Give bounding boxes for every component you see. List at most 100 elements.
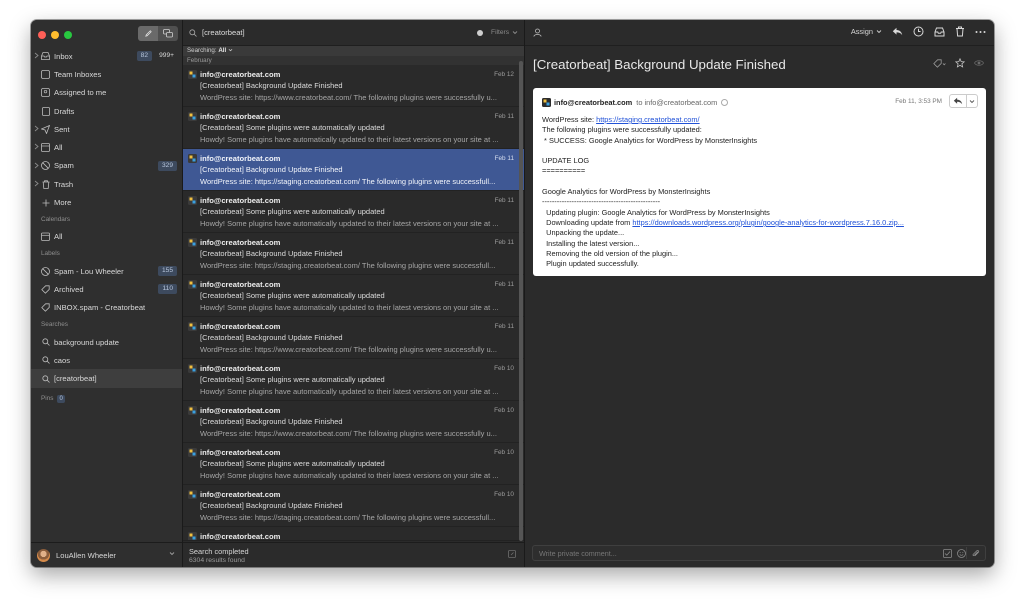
message-date: Feb 12: [494, 71, 514, 78]
sidebar-item-all[interactable]: All: [31, 138, 182, 156]
sidebar-item-search-creatorbeat[interactable]: [creatorbeat]: [31, 369, 182, 388]
message-sender: info@creatorbeat.com: [200, 531, 281, 541]
chevron-right-icon[interactable]: [34, 162, 39, 169]
sidebar-item-team-inboxes[interactable]: Team Inboxes: [31, 65, 182, 83]
message-list-item[interactable]: info@creatorbeat.com: [183, 527, 524, 541]
message-list-item[interactable]: info@creatorbeat.com Feb 12 [Creatorbeat] …: [183, 65, 524, 107]
sidebar-item-spam[interactable]: Spam 329: [31, 157, 182, 175]
message-list-item[interactable]: info@creatorbeat.com Feb 10 [Creatorbeat] …: [183, 443, 524, 485]
sidebar-item-label-spam-lou[interactable]: Spam - Lou Wheeler 155: [31, 262, 182, 280]
message-sender: info@creatorbeat.com: [200, 237, 281, 247]
chevron-right-icon[interactable]: [34, 143, 39, 150]
blocked-icon: [41, 266, 50, 276]
message-list-item[interactable]: info@creatorbeat.com Feb 11 [Creatorbeat] …: [183, 191, 524, 233]
sidebar-item-more[interactable]: More: [31, 193, 182, 211]
message-subject: [Creatorbeat] Some plugins were automati…: [200, 291, 385, 300]
eye-icon[interactable]: [974, 59, 984, 67]
expand-details-icon[interactable]: [721, 98, 729, 106]
sidebar-item-label-inbox-spam[interactable]: INBOX.spam - Creatorbeat: [31, 299, 182, 317]
close-window-button[interactable]: [38, 31, 46, 39]
search-scope-prefix: Searching:: [187, 47, 217, 54]
chevron-right-icon[interactable]: [34, 180, 39, 187]
message-sender-row: info@creatorbeat.com: [188, 69, 518, 79]
filters-button[interactable]: Filters: [491, 29, 518, 36]
emoji-icon[interactable]: [957, 549, 966, 558]
sidebar-item-drafts[interactable]: Drafts: [31, 102, 182, 120]
site-link[interactable]: https://staging.creatorbeat.com/: [596, 115, 700, 124]
more-options-icon[interactable]: [975, 30, 986, 34]
chevron-right-icon[interactable]: [34, 125, 39, 132]
message-list-item[interactable]: info@creatorbeat.com Feb 11 [Creatorbeat] …: [183, 149, 524, 191]
archive-inbox-icon[interactable]: [934, 27, 945, 37]
sidebar-item-calendar-all[interactable]: All: [31, 228, 182, 246]
message-sender: info@creatorbeat.com: [200, 321, 281, 331]
clear-search-icon[interactable]: [477, 29, 484, 36]
star-icon[interactable]: [955, 58, 965, 68]
message-list-item[interactable]: info@creatorbeat.com Feb 11 [Creatorbeat] …: [183, 317, 524, 359]
message-list-item[interactable]: info@creatorbeat.com Feb 10 [Creatorbeat] …: [183, 485, 524, 527]
message-sender: info@creatorbeat.com: [200, 363, 281, 373]
comment-placeholder: Write private comment...: [539, 548, 617, 558]
account-switcher[interactable]: LouAllen Wheeler: [31, 542, 182, 567]
list-status-footer: Search completed 6304 results found: [183, 542, 524, 567]
assign-label: Assign: [850, 27, 873, 36]
body-line: Installing the latest version...: [542, 238, 640, 248]
trash-icon[interactable]: [955, 26, 965, 37]
sidebar-item-sent[interactable]: Sent: [31, 120, 182, 138]
sidebar-item-trash[interactable]: Trash: [31, 175, 182, 193]
message-sender-row: info@creatorbeat.com: [188, 279, 518, 289]
compose-group: [138, 26, 178, 41]
wordpress-app-icon: [542, 97, 551, 107]
search-input[interactable]: [creatorbeat]: [202, 28, 477, 37]
sidebar-item-inbox[interactable]: Inbox 82 999+: [31, 47, 182, 65]
private-comment-input[interactable]: Write private comment...: [532, 545, 986, 561]
message-list-item[interactable]: info@creatorbeat.com Feb 10 [Creatorbeat] …: [183, 401, 524, 443]
sender-address[interactable]: info@creatorbeat.com: [554, 98, 632, 107]
message-list-item[interactable]: info@creatorbeat.com Feb 11 [Creatorbeat] …: [183, 233, 524, 275]
tag-add-icon[interactable]: [933, 58, 946, 68]
message-sender-row: info@creatorbeat.com: [188, 111, 518, 121]
sidebar-item-search-background-update[interactable]: background update: [31, 333, 182, 351]
minimize-window-button[interactable]: [51, 31, 59, 39]
search-icon: [189, 28, 197, 37]
search-bar[interactable]: [creatorbeat] Filters: [183, 20, 524, 46]
chevron-right-icon[interactable]: [34, 52, 39, 59]
message-sender-row: info@creatorbeat.com: [188, 195, 518, 205]
message-preview: WordPress site: https://www.creatorbeat.…: [200, 93, 497, 102]
search-scope-bar[interactable]: Searching: All: [183, 46, 524, 56]
message-list: info@creatorbeat.com Feb 12 [Creatorbeat] …: [183, 65, 524, 541]
person-icon[interactable]: [533, 28, 542, 37]
download-link[interactable]: https://downloads.wordpress.org/plugin/g…: [632, 218, 904, 227]
scrollbar[interactable]: [518, 57, 524, 567]
message-sender: info@creatorbeat.com: [200, 153, 281, 163]
message-subject: [Creatorbeat] Some plugins were automati…: [200, 123, 385, 132]
compose-button[interactable]: [138, 26, 158, 41]
chevron-down-icon[interactable]: [169, 551, 175, 556]
reply-button[interactable]: [950, 95, 966, 107]
paperclip-icon[interactable]: [971, 549, 980, 558]
body-line: ==========: [542, 166, 586, 176]
sidebar-item-search-caos[interactable]: caos: [31, 351, 182, 369]
zoom-window-button[interactable]: [64, 31, 72, 39]
chevron-down-icon: [228, 48, 233, 52]
reply-icon[interactable]: [892, 27, 903, 36]
reply-options-button[interactable]: [966, 95, 977, 107]
message-list-item[interactable]: info@creatorbeat.com Feb 11 [Creatorbeat] …: [183, 275, 524, 317]
checkbox-icon[interactable]: [943, 549, 952, 558]
assign-button[interactable]: Assign: [851, 27, 882, 36]
results-count: 6304 results found: [189, 557, 245, 564]
unread-count-badge: 82: [136, 51, 152, 61]
popout-icon[interactable]: [508, 550, 516, 558]
scrollbar-thumb[interactable]: [519, 61, 523, 541]
message-list-item[interactable]: info@creatorbeat.com Feb 11 [Creatorbeat] …: [183, 107, 524, 149]
body-line: The following plugins were successfully …: [542, 125, 702, 135]
total-count-badge: 999+: [159, 52, 174, 59]
message-subject: [Creatorbeat] Background Update Finished: [200, 333, 343, 342]
sidebar-item-label: Sent: [54, 124, 70, 134]
message-list-item[interactable]: info@creatorbeat.com Feb 10 [Creatorbeat] …: [183, 359, 524, 401]
comment-tools: [943, 549, 980, 558]
sidebar-item-label-archived[interactable]: Archived 110: [31, 280, 182, 298]
sidebar-item-assigned[interactable]: Assigned to me: [31, 84, 182, 102]
new-chat-button[interactable]: [158, 26, 178, 41]
clock-icon[interactable]: [913, 26, 924, 37]
